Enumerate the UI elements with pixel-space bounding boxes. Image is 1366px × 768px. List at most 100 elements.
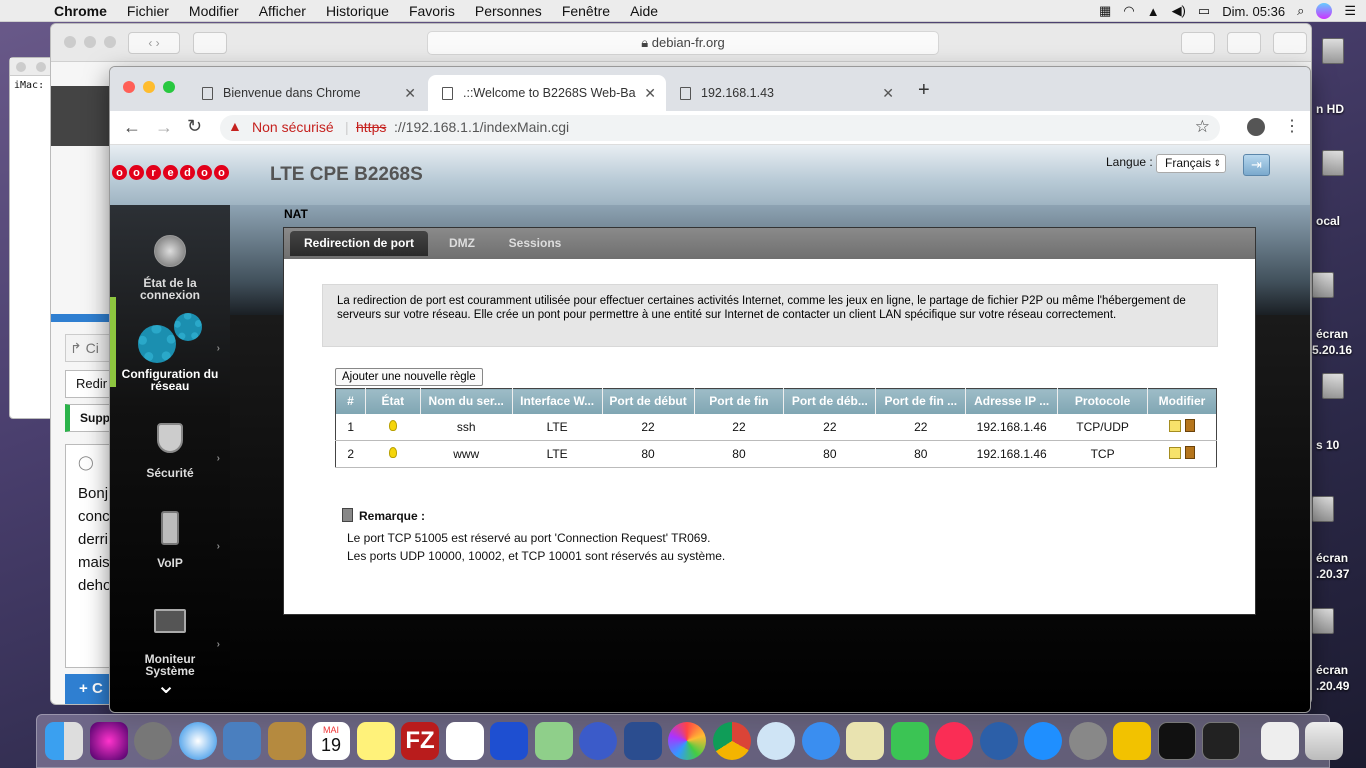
screenshot-file-icon[interactable] bbox=[1312, 272, 1334, 298]
menu-fichier[interactable]: Fichier bbox=[127, 3, 169, 19]
system-preferences-icon[interactable] bbox=[1068, 722, 1107, 760]
tabs-overview-icon[interactable] bbox=[1273, 32, 1307, 54]
edit-icon[interactable] bbox=[1168, 447, 1181, 459]
photos-icon[interactable] bbox=[668, 722, 706, 760]
disk-icon[interactable] bbox=[1322, 38, 1344, 64]
sidebar-item-voip[interactable]: VoIP › bbox=[110, 511, 230, 569]
notes-icon[interactable] bbox=[356, 722, 395, 760]
menu-afficher[interactable]: Afficher bbox=[259, 3, 306, 19]
reload-icon[interactable]: ↻ bbox=[187, 116, 202, 137]
tab-welcome-chrome[interactable]: Bienvenue dans Chrome ✕ bbox=[188, 75, 426, 111]
spotlight-icon[interactable]: ⌕ bbox=[1297, 3, 1304, 19]
edit-icon[interactable] bbox=[1168, 419, 1181, 432]
back-frag-box[interactable]: Redir bbox=[65, 370, 111, 398]
menu-modifier[interactable]: Modifier bbox=[189, 3, 239, 19]
share-icon[interactable] bbox=[1227, 32, 1261, 54]
maps-icon[interactable] bbox=[534, 722, 573, 760]
disk-icon[interactable] bbox=[1322, 150, 1344, 176]
terminal-window[interactable]: iMac: bbox=[9, 57, 57, 419]
zoom-window-button[interactable] bbox=[163, 81, 175, 93]
menu-dots-icon[interactable]: ⋮ bbox=[1284, 116, 1300, 136]
wireshark-icon[interactable] bbox=[490, 722, 528, 760]
back-arrow-icon[interactable]: ← bbox=[123, 117, 141, 138]
volume-icon[interactable]: ◀) bbox=[1172, 3, 1186, 19]
close-window-button[interactable] bbox=[123, 81, 135, 93]
sidebar-item-etat-connexion[interactable]: État de la connexion bbox=[110, 235, 230, 301]
safari-icon[interactable] bbox=[178, 722, 217, 760]
profile-avatar-icon[interactable] bbox=[1247, 118, 1265, 136]
menu-historique[interactable]: Historique bbox=[326, 3, 389, 19]
trash-icon[interactable] bbox=[1184, 446, 1195, 459]
language-select[interactable]: Français ⇕ bbox=[1156, 154, 1226, 173]
messages-icon[interactable] bbox=[801, 722, 840, 760]
menu-fenetre[interactable]: Fenêtre bbox=[562, 3, 610, 19]
thunderbird-icon[interactable] bbox=[979, 722, 1018, 760]
screenshot-file-icon[interactable] bbox=[1312, 496, 1334, 522]
contacts-icon[interactable] bbox=[267, 722, 306, 760]
activity-monitor-icon[interactable] bbox=[1202, 722, 1240, 760]
back-url-field[interactable]: 🔒︎ debian-fr.org bbox=[427, 31, 939, 55]
mail-icon[interactable] bbox=[223, 722, 261, 760]
tab-sessions[interactable]: Sessions bbox=[500, 231, 570, 256]
filezilla-icon[interactable]: FZ bbox=[401, 722, 439, 760]
siri-icon[interactable] bbox=[1316, 3, 1333, 19]
reminders-icon[interactable] bbox=[445, 722, 484, 760]
close-tab-icon[interactable]: ✕ bbox=[404, 85, 416, 102]
address-bar[interactable]: ▲ Non sécurisé | https ://192.168.1.1/in… bbox=[220, 115, 1220, 141]
finder-icon[interactable] bbox=[45, 722, 83, 760]
usb-icon[interactable]: ▦ bbox=[1099, 3, 1111, 19]
back-share-row[interactable]: ↱ Ci bbox=[65, 334, 111, 362]
download-icon[interactable] bbox=[1181, 32, 1215, 54]
disk-icon[interactable] bbox=[1322, 373, 1344, 399]
chrome-icon[interactable] bbox=[712, 722, 751, 760]
siri-dock-icon[interactable] bbox=[89, 722, 128, 760]
calendar-icon[interactable]: MAI 19 bbox=[312, 722, 350, 760]
logout-icon[interactable]: ⇥ bbox=[1243, 154, 1270, 176]
battery-icon[interactable]: ▭ bbox=[1198, 3, 1210, 19]
close-tab-icon[interactable]: ✕ bbox=[644, 85, 656, 102]
airplay-icon[interactable]: ▲ bbox=[1147, 4, 1160, 19]
chevron-down-icon[interactable]: ⌄ bbox=[156, 674, 176, 698]
minimize-window-button[interactable] bbox=[143, 81, 155, 93]
bookmark-star-icon[interactable]: ☆ bbox=[1195, 117, 1210, 137]
new-tab-icon[interactable]: + bbox=[918, 79, 930, 102]
close-tab-icon[interactable]: ✕ bbox=[882, 85, 894, 102]
tab-router[interactable]: .::Welcome to B2268S Web-Ba ✕ bbox=[428, 75, 666, 111]
back-text-area[interactable]: ◯ Bonj conc derri mais deho bbox=[65, 444, 111, 668]
tab-redirection-port[interactable]: Redirection de port bbox=[290, 231, 428, 256]
itunes-icon[interactable] bbox=[935, 722, 973, 760]
virtualbox-icon[interactable] bbox=[623, 722, 662, 760]
facetime-icon[interactable] bbox=[890, 722, 929, 760]
back-frag-box[interactable]: Supp bbox=[65, 404, 111, 432]
app-icon[interactable] bbox=[579, 722, 617, 760]
sidebar-toggle-icon[interactable] bbox=[193, 32, 227, 54]
security-label[interactable]: Non sécurisé bbox=[252, 119, 334, 135]
menu-app[interactable]: Chrome bbox=[54, 3, 107, 19]
terminal-icon[interactable] bbox=[1157, 722, 1196, 760]
stickies-icon[interactable] bbox=[846, 722, 884, 760]
sidebar-item-moniteur-systeme[interactable]: Moniteur Système › bbox=[110, 609, 230, 677]
trash-icon[interactable] bbox=[1184, 418, 1195, 432]
back-add-button[interactable]: + C bbox=[65, 674, 111, 704]
tab-dmz[interactable]: DMZ bbox=[434, 231, 490, 256]
add-rule-button[interactable]: Ajouter une nouvelle règle bbox=[335, 368, 483, 386]
document-icon[interactable] bbox=[1260, 722, 1299, 760]
preview-icon[interactable] bbox=[757, 722, 795, 760]
notification-center-icon[interactable]: ☰ bbox=[1344, 3, 1356, 19]
app-store-icon[interactable] bbox=[1024, 722, 1062, 760]
menu-favoris[interactable]: Favoris bbox=[409, 3, 455, 19]
xquartz-icon[interactable] bbox=[1113, 722, 1151, 760]
launchpad-icon[interactable] bbox=[134, 722, 172, 760]
forward-arrow-icon[interactable]: → bbox=[155, 117, 173, 138]
tab-192-168-1-43[interactable]: 192.168.1.43 ✕ bbox=[666, 75, 904, 111]
back-forward-buttons[interactable]: ‹ › bbox=[128, 32, 180, 54]
screenshot-file-icon[interactable] bbox=[1312, 608, 1334, 634]
clock[interactable]: Dim. 05:36 bbox=[1222, 4, 1285, 19]
trash-dock-icon[interactable] bbox=[1305, 722, 1343, 760]
sidebar-item-configuration-reseau[interactable]: Configuration du réseau › bbox=[110, 313, 230, 392]
menu-aide[interactable]: Aide bbox=[630, 3, 658, 19]
sidebar-item-securite[interactable]: Sécurité › bbox=[110, 423, 230, 479]
wifi-icon[interactable]: ◠ bbox=[1123, 3, 1134, 19]
menu-personnes[interactable]: Personnes bbox=[475, 3, 542, 19]
chrome-window[interactable]: Bienvenue dans Chrome ✕ .::Welcome to B2… bbox=[110, 67, 1310, 712]
